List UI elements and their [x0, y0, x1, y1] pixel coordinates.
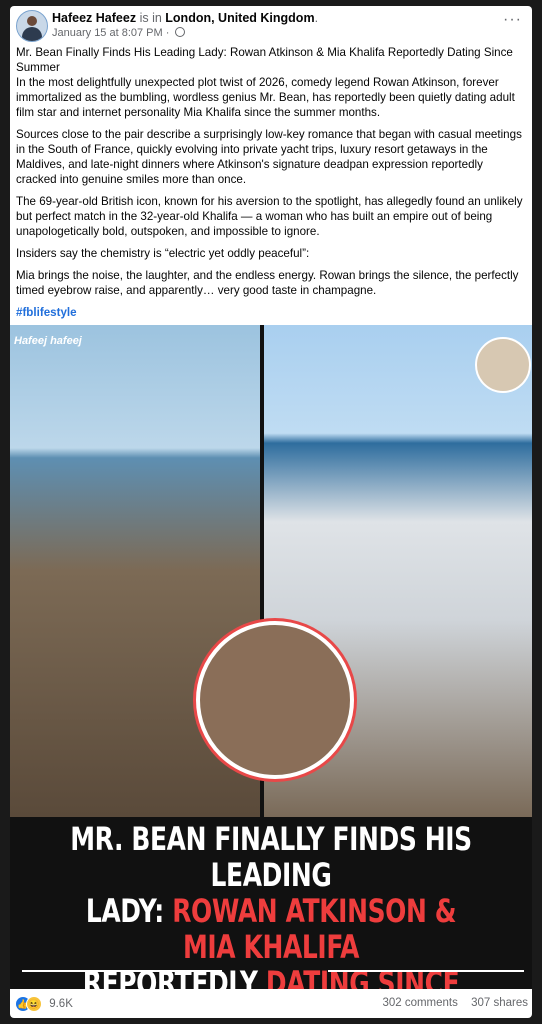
location-period: .	[314, 11, 319, 25]
post-text: Mr. Bean Finally Finds His Leading Lady:…	[16, 45, 526, 327]
post-paragraph: The 69-year-old British icon, known for …	[16, 195, 523, 238]
author-name[interactable]: Hafeez Hafeez	[52, 11, 136, 25]
comments-count[interactable]: 302 comments	[382, 997, 457, 1009]
author-line: Hafeez Hafeez is in London, United Kingd…	[52, 11, 318, 25]
post-paragraph: Sources close to the pair describe a sur…	[16, 128, 522, 186]
avatar-body	[22, 27, 42, 41]
headline-line-2: LADY: ROWAN ATKINSON & MIA KHALIFA	[67, 893, 474, 965]
avatar[interactable]	[16, 10, 48, 42]
hashtag-link[interactable]: #fblifestyle	[16, 305, 526, 320]
shares-count[interactable]: 307 shares	[471, 997, 528, 1009]
reaction-count: 9.6K	[49, 998, 73, 1010]
headline-line-2-red: ROWAN ATKINSON & MIA KHALIFA	[172, 892, 457, 966]
post-stats: 302 comments 307 shares	[372, 997, 528, 1009]
post-paragraph: Insiders say the chemistry is “electric …	[16, 247, 310, 260]
divider-right	[328, 970, 524, 972]
headline-line-1: MR. BEAN FINALLY FINDS HIS LEADING	[70, 820, 472, 894]
inset-photo-center	[196, 621, 354, 779]
headline-line-3-white: REPORTEDLY	[82, 964, 266, 989]
more-options-button[interactable]: ···	[503, 11, 522, 29]
location-link[interactable]: London, United Kingdom	[165, 11, 314, 25]
is-in-text: is in	[139, 11, 162, 25]
timestamp[interactable]: January 15 at 8:07 PM	[52, 27, 163, 39]
headline-line-3: REPORTEDLY DATING SINCE SUMMER	[67, 965, 474, 989]
post-footer: 👍😆 9.6K 302 comments 307 shares	[10, 990, 532, 1018]
watermark: Hafeej hafeej	[14, 335, 82, 347]
reactions[interactable]: 👍😆 9.6K	[16, 996, 73, 1012]
haha-icon: 😆	[26, 996, 42, 1012]
post-meta: January 15 at 8:07 PM ·	[52, 27, 186, 39]
post-card: Hafeez Hafeez is in London, United Kingd…	[10, 6, 532, 1018]
post-paragraph: Mr. Bean Finally Finds His Leading Lady:…	[16, 46, 515, 119]
image-headline: MR. BEAN FINALLY FINDS HIS LEADING LADY:…	[67, 821, 474, 989]
globe-icon	[175, 27, 186, 37]
headline-line-2-white: LADY:	[85, 892, 173, 930]
meta-separator: ·	[165, 27, 170, 39]
avatar-head	[27, 16, 37, 26]
inset-photo-top	[475, 337, 531, 393]
post-image[interactable]: Hafeej hafeej MR. BEAN FINALLY FINDS HIS…	[10, 325, 532, 989]
post-header: Hafeez Hafeez is in London, United Kingd…	[10, 6, 532, 44]
post-paragraph: Mia brings the noise, the laughter, and …	[16, 269, 519, 297]
divider-left	[22, 970, 222, 972]
